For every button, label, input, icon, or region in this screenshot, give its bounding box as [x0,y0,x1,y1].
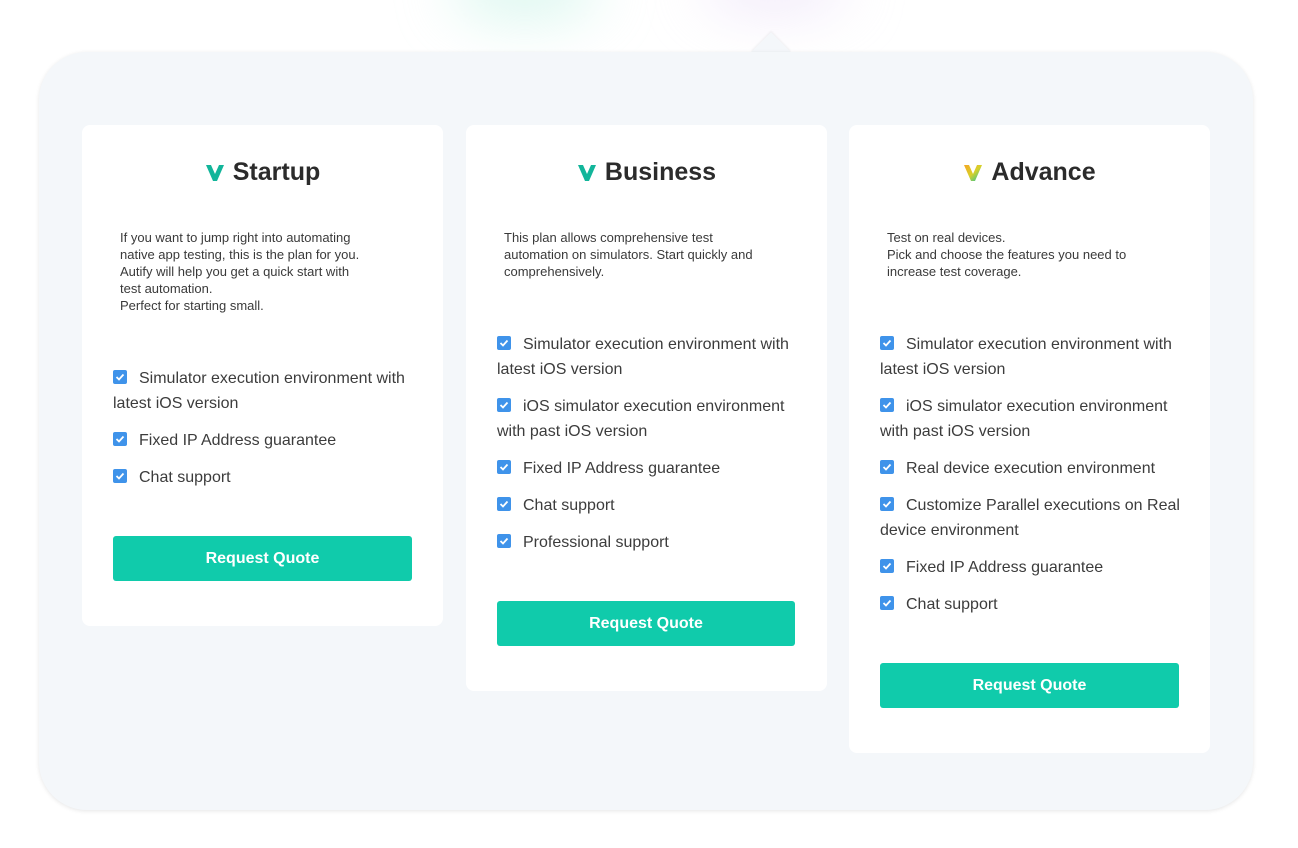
feature-item: Chat support [880,592,1186,617]
plan-description: This plan allows comprehensive test auto… [504,230,753,279]
feature-label: Simulator execution environment with lat… [113,370,405,412]
check-v-teal-icon [577,163,597,183]
plan-name: Startup [232,158,321,186]
checkbox-checked-icon [880,336,894,350]
feature-item: Chat support [497,493,803,518]
checkbox-checked-icon [880,497,894,511]
plan-title: Business [466,158,827,187]
checkbox-checked-icon [497,336,511,350]
feature-label: Chat support [139,469,231,486]
feature-label: Fixed IP Address guarantee [139,432,337,449]
checkbox-checked-icon [880,559,894,573]
plan-card-advance: Advance Test on real devices. Pick and c… [849,125,1210,753]
checkbox-checked-icon [880,398,894,412]
plan-title: Startup [82,158,443,187]
checkbox-checked-icon [880,596,894,610]
feature-label: Chat support [523,497,615,514]
plan-card-business: Business This plan allows comprehensive … [466,125,827,691]
feature-label: Fixed IP Address guarantee [523,460,721,477]
checkbox-checked-icon [113,432,127,446]
feature-item: Fixed IP Address guarantee [113,428,419,453]
plan-description: If you want to jump right into automatin… [120,230,360,313]
feature-item: Real device execution environment [880,456,1186,481]
feature-list: Simulator execution environment with lat… [113,366,419,502]
feature-item: Fixed IP Address guarantee [497,456,803,481]
feature-label: iOS simulator execution environment with… [880,398,1168,440]
feature-item: Professional support [497,530,803,555]
feature-item: Customize Parallel executions on Real de… [880,493,1186,543]
plan-title: Advance [849,158,1210,187]
feature-item: iOS simulator execution environment with… [880,394,1186,444]
feature-label: Chat support [906,596,998,613]
feature-item: iOS simulator execution environment with… [497,394,803,444]
check-v-teal-icon [205,163,225,183]
checkbox-checked-icon [497,460,511,474]
request-quote-button-startup[interactable]: Request Quote [113,536,412,581]
check-v-gradient-icon [963,163,983,183]
request-quote-button-business[interactable]: Request Quote [497,601,795,646]
feature-item: Simulator execution environment with lat… [497,332,803,382]
feature-label: Fixed IP Address guarantee [906,559,1104,576]
checkbox-checked-icon [497,497,511,511]
checkbox-checked-icon [497,534,511,548]
decorative-glow-purple [700,0,850,15]
feature-list: Simulator execution environment with lat… [880,332,1186,629]
checkbox-checked-icon [880,460,894,474]
plan-description: Test on real devices. Pick and choose th… [887,230,1127,279]
panel-pointer-base [745,53,801,73]
feature-list: Simulator execution environment with lat… [497,332,803,567]
feature-label: Simulator execution environment with lat… [880,336,1172,378]
feature-item: Chat support [113,465,419,490]
plan-name: Advance [991,158,1096,186]
feature-item: Simulator execution environment with lat… [113,366,419,416]
feature-label: Real device execution environment [906,460,1156,477]
request-quote-button-advance[interactable]: Request Quote [880,663,1179,708]
feature-item: Simulator execution environment with lat… [880,332,1186,382]
checkbox-checked-icon [113,370,127,384]
feature-label: Customize Parallel executions on Real de… [880,497,1180,539]
checkbox-checked-icon [113,469,127,483]
plan-card-startup: Startup If you want to jump right into a… [82,125,443,626]
feature-label: iOS simulator execution environment with… [497,398,785,440]
plan-name: Business [604,158,717,186]
feature-item: Fixed IP Address guarantee [880,555,1186,580]
decorative-glow-green [450,0,600,20]
feature-label: Professional support [523,534,669,551]
feature-label: Simulator execution environment with lat… [497,336,789,378]
checkbox-checked-icon [497,398,511,412]
